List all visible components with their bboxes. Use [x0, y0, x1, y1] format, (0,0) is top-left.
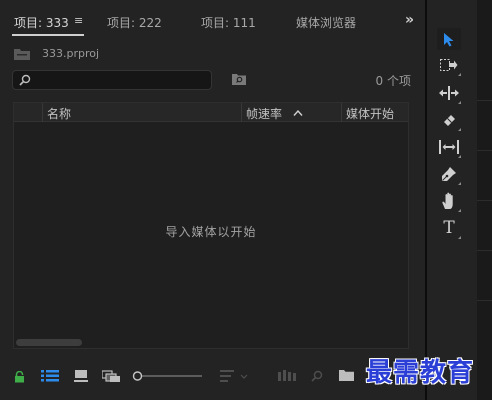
razor-icon — [444, 115, 455, 126]
tab-project-111[interactable]: 项目: 111 — [201, 14, 256, 31]
zoom-slider[interactable] — [132, 370, 202, 382]
find-icon[interactable] — [311, 370, 323, 382]
strip-divider — [477, 150, 492, 151]
track-select-forward-tool[interactable] — [437, 54, 461, 76]
panel-tab-bar: 项目: 333 ≡ 项目: 222 项目: 111 媒体浏览器 » — [0, 0, 425, 37]
list-header: 名称 帧速率 媒体开始 — [14, 103, 408, 122]
tools-panel: T — [427, 0, 477, 400]
project-folder-icon — [14, 49, 30, 60]
type-tool[interactable]: T — [437, 217, 461, 239]
automate-sequence-icon[interactable] — [278, 370, 296, 382]
find-bin-icon[interactable] — [232, 73, 246, 85]
watermark-logo: 最需教育 — [366, 358, 475, 388]
strip-divider — [477, 250, 492, 251]
project-file-name: 333.prproj — [42, 47, 100, 60]
ripple-edit-tool[interactable] — [437, 82, 461, 104]
project-panel: 项目: 333 ≡ 项目: 222 项目: 111 媒体浏览器 » 333.pr… — [0, 0, 425, 400]
slip-tool[interactable] — [437, 136, 461, 158]
tab-project-333[interactable]: 项目: 333 — [14, 14, 69, 31]
icon-view-icon[interactable] — [74, 370, 88, 382]
tab-media-browser[interactable]: 媒体浏览器 — [296, 14, 356, 31]
search-icon — [19, 74, 31, 86]
strip-divider — [477, 200, 492, 201]
lock-icon[interactable] — [14, 371, 25, 383]
column-header-media-start[interactable]: 媒体开始 — [346, 105, 394, 122]
freeform-view-icon[interactable] — [102, 370, 121, 383]
tool-group-indicator — [458, 73, 461, 76]
selection-tool[interactable] — [437, 28, 461, 50]
pen-icon — [442, 167, 456, 181]
search-input[interactable] — [12, 70, 212, 90]
column-separator — [341, 103, 342, 122]
tab-project-222[interactable]: 项目: 222 — [107, 14, 162, 31]
hamburger-menu-icon[interactable]: ≡ — [74, 14, 83, 27]
tool-group-indicator — [458, 236, 461, 239]
new-bin-icon[interactable] — [339, 369, 354, 381]
tool-group-indicator — [458, 101, 461, 104]
strip-divider — [477, 300, 492, 301]
column-separator — [241, 103, 242, 122]
sort-icon[interactable] — [220, 370, 248, 382]
column-header-name[interactable]: 名称 — [47, 105, 71, 122]
pen-tool[interactable] — [437, 163, 461, 185]
list-view-icon[interactable] — [41, 370, 59, 382]
hand-icon — [442, 192, 453, 209]
sort-ascending-icon — [293, 110, 303, 116]
slip-icon — [439, 140, 459, 154]
column-header-frame-rate[interactable]: 帧速率 — [246, 105, 282, 122]
adjacent-panel-edge — [477, 0, 492, 400]
type-icon: T — [443, 218, 455, 238]
empty-list-message: 导入媒体以开始 — [165, 225, 257, 239]
horizontal-scrollbar[interactable] — [16, 339, 82, 346]
item-count: 0 个项 — [375, 74, 411, 88]
ripple-edit-icon — [439, 86, 459, 100]
strip-divider — [477, 100, 492, 101]
tab-overflow-button[interactable]: » — [405, 12, 414, 28]
column-separator — [42, 103, 43, 122]
razor-tool[interactable] — [437, 109, 461, 131]
hand-tool[interactable] — [437, 190, 461, 212]
tool-group-indicator — [458, 128, 461, 131]
selection-arrow-icon — [444, 32, 454, 46]
project-item-list[interactable]: 名称 帧速率 媒体开始 导入媒体以开始 — [13, 102, 409, 349]
tool-group-indicator — [458, 155, 461, 158]
bottom-toolbar — [0, 362, 425, 390]
active-tab-indicator — [12, 34, 84, 36]
tool-group-indicator — [458, 209, 461, 212]
tool-group-indicator — [458, 182, 461, 185]
track-select-forward-icon — [440, 59, 458, 71]
